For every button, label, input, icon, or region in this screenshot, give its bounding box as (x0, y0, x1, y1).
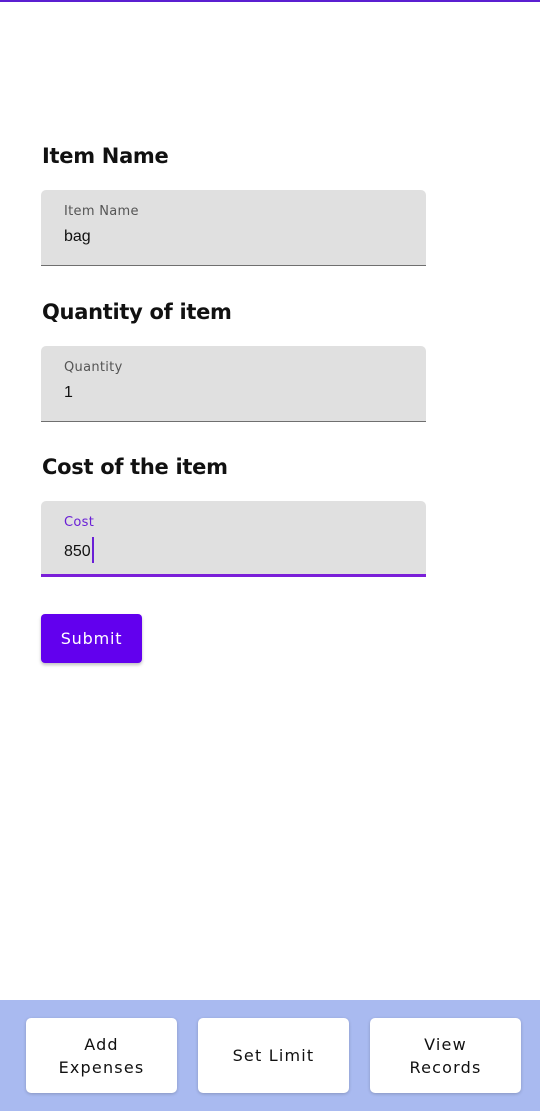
cost-heading: Cost of the item (42, 455, 228, 479)
item-name-field-label: Item Name (64, 204, 139, 219)
quantity-heading: Quantity of item (42, 300, 232, 324)
view-records-button[interactable]: View Records (370, 1018, 521, 1093)
cost-input-value[interactable]: 850 (64, 537, 94, 565)
submit-button[interactable]: Submit (41, 614, 142, 663)
quantity-field-label: Quantity (64, 360, 123, 375)
cost-field-label: Cost (64, 515, 95, 530)
quantity-field[interactable]: Quantity 1 (41, 346, 426, 422)
bottom-navigation-bar: Add Expenses Set Limit View Records (0, 1000, 540, 1111)
cost-field[interactable]: Cost 850 (41, 501, 426, 577)
text-cursor (91, 537, 94, 563)
item-name-heading: Item Name (42, 144, 169, 168)
item-name-input-value[interactable]: bag (64, 228, 91, 246)
cost-input-text: 850 (64, 543, 91, 561)
quantity-input-value[interactable]: 1 (64, 384, 73, 402)
top-accent-line (0, 0, 540, 2)
add-expenses-button[interactable]: Add Expenses (26, 1018, 177, 1093)
item-name-field[interactable]: Item Name bag (41, 190, 426, 266)
set-limit-button[interactable]: Set Limit (198, 1018, 349, 1093)
